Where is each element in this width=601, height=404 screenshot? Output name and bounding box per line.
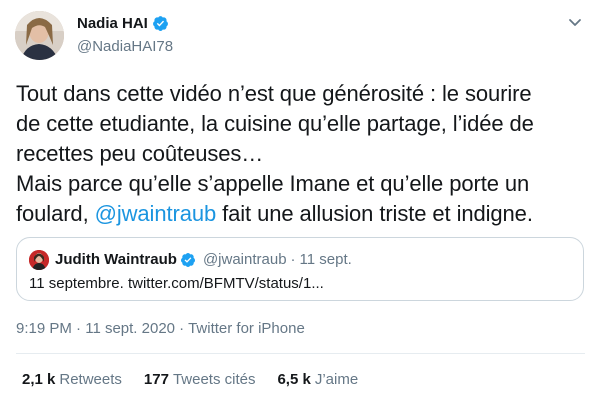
separator-dot: ·: [71, 320, 86, 337]
tweet-text: Tout dans cette vidéo n’est que générosi…: [16, 79, 591, 229]
tweet-line: recettes peu coûteuses…: [16, 141, 264, 166]
avatar[interactable]: [15, 11, 64, 60]
stat-retweets[interactable]: 2,1 k Retweets: [22, 371, 122, 388]
quoted-text: 11 septembre. twitter.com/BFMTV/status/1…: [29, 275, 324, 292]
author-handle[interactable]: @NadiaHAI78: [77, 38, 173, 55]
tweet-text-segment: foulard,: [16, 201, 95, 226]
tweet-source[interactable]: Twitter for iPhone: [188, 320, 305, 337]
chevron-down-icon[interactable]: [567, 14, 583, 30]
quoted-avatar-photo: [29, 250, 49, 270]
verified-badge-icon: [152, 16, 168, 31]
divider: [16, 353, 585, 354]
stat-count: 177: [143, 371, 169, 388]
mention-link[interactable]: @jwaintraub: [95, 201, 217, 226]
author-name-row[interactable]: Nadia HAI: [77, 15, 169, 32]
engagement-stats: 2,1 k Retweets 177 Tweets cités 6,5 k J’aim…: [22, 371, 380, 388]
separator-dot: ·: [290, 251, 296, 268]
tweet-line: Mais parce qu’elle s’appelle Imane et qu…: [16, 171, 530, 196]
tweet-line: de cette etudiante, la cuisine qu’elle p…: [16, 111, 534, 136]
tweet-card: Nadia HAI @NadiaHAI78 Tout dans cette vi…: [0, 0, 601, 404]
stat-likes[interactable]: 6,5 k J’aime: [277, 371, 358, 388]
quoted-header: Judith Waintraub @jwaintraub · 11 sept.: [55, 251, 352, 268]
quoted-tweet[interactable]: Judith Waintraub @jwaintraub · 11 sept. …: [16, 237, 584, 301]
tweet-line-with-mention: foulard, @jwaintraub fait une allusion t…: [16, 199, 591, 229]
tweet-metadata: 9:19 PM · 11 sept. 2020 · Twitter for iP…: [16, 320, 305, 337]
verified-badge-icon: [180, 252, 195, 267]
avatar-photo: [15, 11, 64, 60]
tweet-time[interactable]: 9:19 PM: [16, 320, 72, 337]
quoted-author-name[interactable]: Judith Waintraub: [55, 251, 177, 268]
tweet-line: Tout dans cette vidéo n’est que générosi…: [16, 81, 532, 106]
tweet-date[interactable]: 11 sept. 2020: [85, 320, 175, 337]
stat-label: J’aime: [314, 371, 359, 388]
stat-quote-tweets[interactable]: 177 Tweets cités: [144, 371, 256, 388]
tweet-text-segment: fait une allusion triste et indigne.: [216, 201, 533, 226]
stat-count: 2,1 k: [22, 371, 56, 388]
stat-label: Tweets cités: [172, 371, 256, 388]
quoted-author-handle[interactable]: @jwaintraub: [203, 251, 287, 268]
author-display-name[interactable]: Nadia HAI: [77, 15, 148, 32]
quoted-date[interactable]: 11 sept.: [300, 251, 352, 268]
stat-label: Retweets: [59, 371, 122, 388]
separator-dot: ·: [175, 320, 189, 337]
stat-count: 6,5 k: [277, 371, 311, 388]
quoted-avatar[interactable]: [29, 250, 49, 270]
